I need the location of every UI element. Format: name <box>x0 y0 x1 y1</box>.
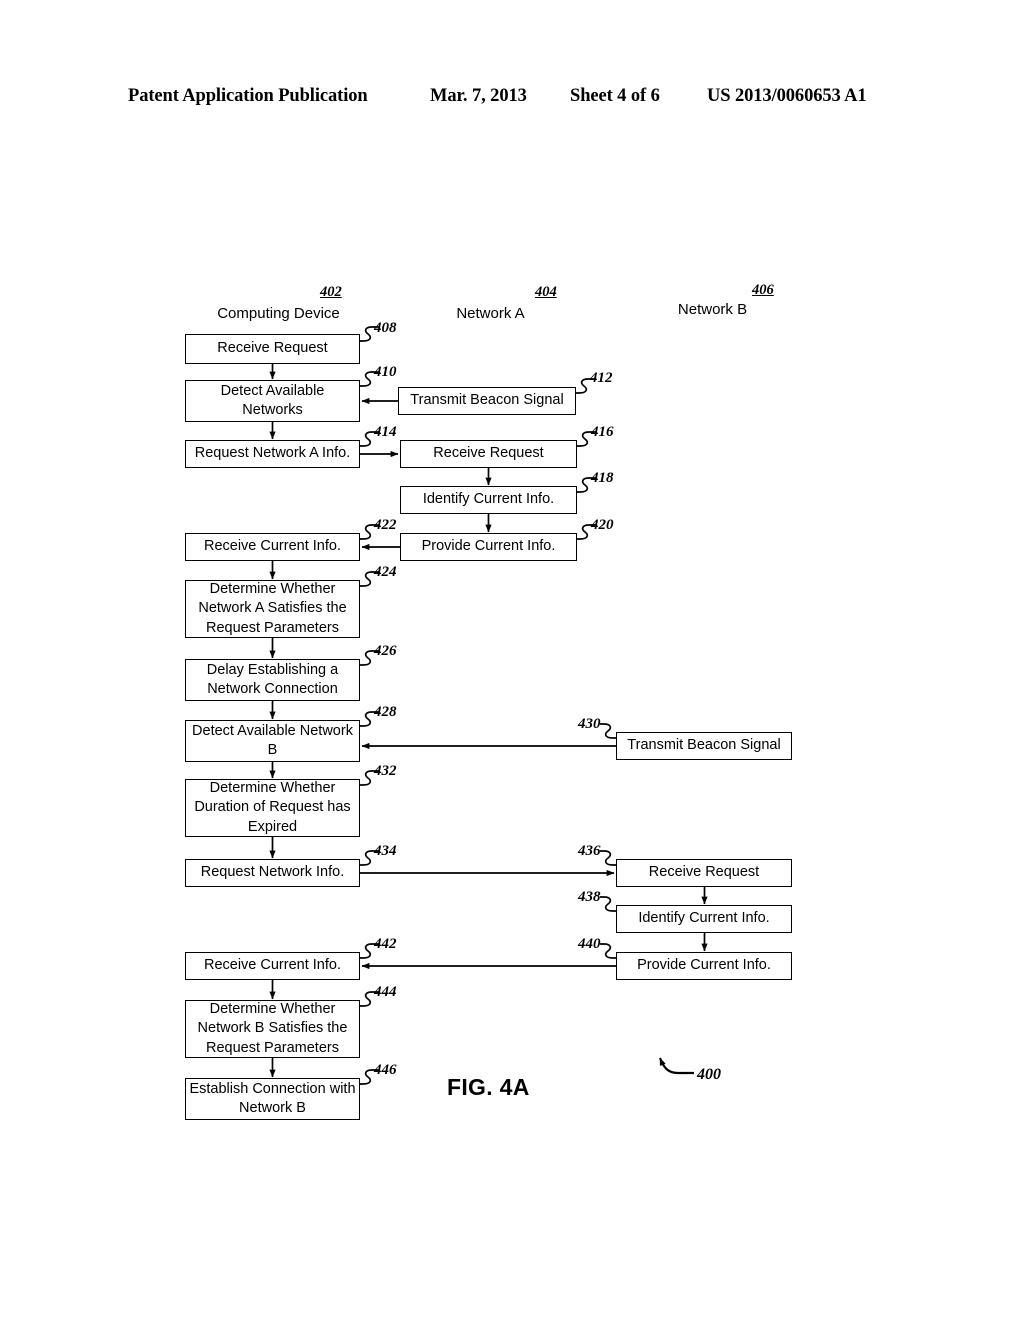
leader-hook-436 <box>600 850 616 866</box>
connector-layer <box>269 326 708 1085</box>
figure-leader-arrow-400 <box>658 1057 694 1075</box>
leader-number-412: 412 <box>590 370 613 386</box>
leader-hook-438 <box>600 896 616 912</box>
process-box-428[interactable]: Detect Available Network B <box>185 720 360 762</box>
process-box-436[interactable]: Receive Request <box>616 859 792 887</box>
process-box-438[interactable]: Identify Current Info. <box>616 905 792 933</box>
process-box-424[interactable]: Determine Whether Network A Satisfies th… <box>185 580 360 638</box>
leader-number-420: 420 <box>591 517 614 533</box>
process-box-420[interactable]: Provide Current Info. <box>400 533 577 561</box>
process-box-442[interactable]: Receive Current Info. <box>185 952 360 980</box>
column-ref-404: 404 <box>535 284 557 300</box>
process-box-414[interactable]: Request Network A Info. <box>185 440 360 468</box>
figure-caption: FIG. 4A <box>447 1074 530 1100</box>
process-box-418[interactable]: Identify Current Info. <box>400 486 577 514</box>
process-box-432[interactable]: Determine Whether Duration of Request ha… <box>185 779 360 837</box>
process-box-444[interactable]: Determine Whether Network B Satisfies th… <box>185 1000 360 1058</box>
process-box-410[interactable]: Detect Available Networks <box>185 380 360 422</box>
leader-number-414: 414 <box>374 424 397 440</box>
leader-number-410: 410 <box>374 364 397 380</box>
leader-number-418: 418 <box>591 470 614 486</box>
process-box-412[interactable]: Transmit Beacon Signal <box>398 387 576 415</box>
process-box-422[interactable]: Receive Current Info. <box>185 533 360 561</box>
leader-number-426: 426 <box>374 643 397 659</box>
leader-number-432: 432 <box>374 763 397 779</box>
leader-number-446: 446 <box>374 1062 397 1078</box>
process-box-408[interactable]: Receive Request <box>185 334 360 364</box>
leader-number-436: 436 <box>578 843 601 859</box>
leader-number-416: 416 <box>591 424 614 440</box>
leader-number-444: 444 <box>374 984 397 1000</box>
column-title-network-a: Network A <box>456 305 525 322</box>
leader-number-408: 408 <box>374 320 397 336</box>
leader-hook-430 <box>600 723 616 739</box>
column-ref-406: 406 <box>752 282 774 298</box>
leader-number-438: 438 <box>578 889 601 905</box>
leader-number-434: 434 <box>374 843 397 859</box>
process-box-446[interactable]: Establish Connection with Network B <box>185 1078 360 1120</box>
leader-number-424: 424 <box>374 564 397 580</box>
process-box-434[interactable]: Request Network Info. <box>185 859 360 887</box>
leader-number-440: 440 <box>578 936 601 952</box>
flowchart-figure-4a: 402 404 406 Computing Device Network A N… <box>0 0 1024 1320</box>
column-ref-402: 402 <box>320 284 342 300</box>
leader-number-442: 442 <box>374 936 397 952</box>
leader-number-428: 428 <box>374 704 397 720</box>
leader-number-422: 422 <box>374 517 397 533</box>
column-title-computing-device: Computing Device <box>217 305 340 322</box>
process-box-416[interactable]: Receive Request <box>400 440 577 468</box>
process-box-440[interactable]: Provide Current Info. <box>616 952 792 980</box>
leader-hook-440 <box>600 943 616 959</box>
figure-reference-400: 400 <box>697 1066 721 1083</box>
column-title-network-b: Network B <box>677 301 748 318</box>
process-box-430[interactable]: Transmit Beacon Signal <box>616 732 792 760</box>
leader-number-430: 430 <box>578 716 601 732</box>
process-box-426[interactable]: Delay Establishing a Network Connection <box>185 659 360 701</box>
